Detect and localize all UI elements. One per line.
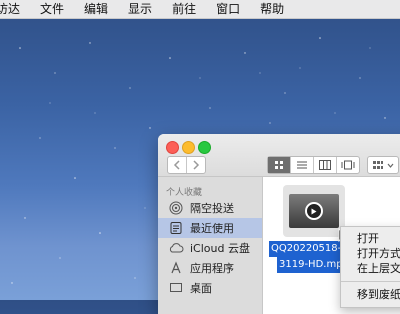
sidebar-section-favorites: 个人收藏 [166,188,203,198]
airdrop-icon [168,200,184,216]
context-menu-separator [341,281,400,282]
menu-help[interactable]: 帮助 [250,0,294,18]
context-menu-show-enclosing[interactable]: 在上层文 [341,261,400,276]
menu-file[interactable]: 文件 [30,0,74,18]
sidebar-item-label: 隔空投送 [190,202,234,215]
sidebar-item-label: 桌面 [190,282,212,295]
view-mode-buttons [267,156,360,174]
forward-button[interactable] [186,157,205,173]
sidebar-item-desktop[interactable]: 桌面 [158,278,262,298]
gallery-view-button[interactable] [336,157,359,173]
menu-window[interactable]: 窗口 [206,0,250,18]
file-name-line1: QQ20220518- [269,241,344,257]
navigation-buttons [167,156,206,174]
zoom-window-button[interactable] [198,141,211,154]
context-menu: 打开 打开方式 在上层文 移到废纸 [340,226,400,308]
minimize-window-button[interactable] [182,141,195,154]
menu-go[interactable]: 前往 [162,0,206,18]
play-icon [305,202,323,220]
finder-toolbar [158,134,400,177]
sidebar-item-label: 应用程序 [190,262,234,275]
chevron-down-icon [387,163,394,168]
applications-icon [168,260,184,276]
cloud-icon [168,240,184,256]
finder-sidebar: 个人收藏 隔空投送 最近使用 iCloud 云盘 应用程序 桌面 [158,177,263,314]
context-menu-open[interactable]: 打开 [341,231,400,246]
gallery-icon [341,160,355,170]
group-grid-icon [373,161,383,169]
sidebar-item-airdrop[interactable]: 隔空投送 [158,198,262,218]
file-name-line2: 3119-HD.mp [277,257,345,273]
desktop-icon [168,280,184,296]
list-view-button[interactable] [290,157,313,173]
column-view-button[interactable] [313,157,336,173]
sidebar-item-applications[interactable]: 应用程序 [158,258,262,278]
video-preview [289,194,339,228]
close-window-button[interactable] [166,141,179,154]
sidebar-item-label: 最近使用 [190,222,234,235]
chevron-left-icon [173,160,180,170]
context-menu-open-with[interactable]: 打开方式 [341,246,400,261]
columns-icon [319,160,331,170]
menu-finder[interactable]: 访达 [0,0,30,18]
icon-view-button[interactable] [268,157,290,173]
grid-icon [275,161,283,169]
sidebar-item-label: iCloud 云盘 [190,242,250,255]
video-file-thumbnail[interactable] [283,185,345,237]
back-button[interactable] [168,157,186,173]
menu-edit[interactable]: 编辑 [74,0,118,18]
list-icon [297,161,307,169]
sidebar-item-recents[interactable]: 最近使用 [158,218,262,238]
group-by-button[interactable] [367,156,399,174]
recents-icon [168,220,184,236]
menu-bar: 访达 文件 编辑 显示 前往 窗口 帮助 [0,0,400,19]
sidebar-item-icloud[interactable]: iCloud 云盘 [158,238,262,258]
chevron-right-icon [193,160,200,170]
menu-view[interactable]: 显示 [118,0,162,18]
